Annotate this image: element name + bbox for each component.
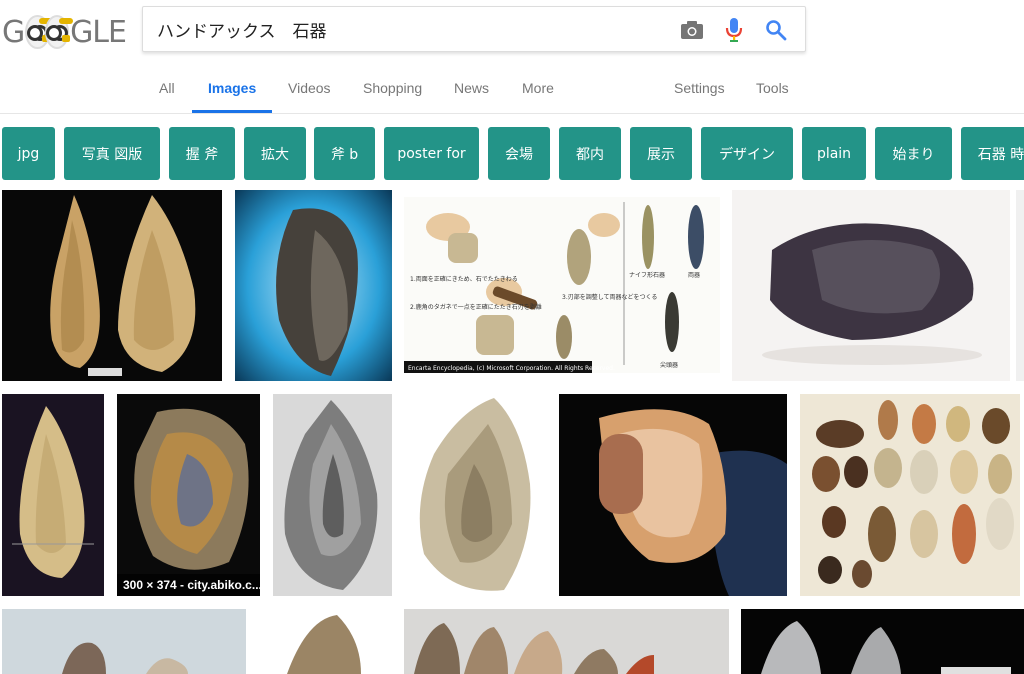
encarta-label-step1: 1.両面を正確にきため、石でたたきわる (410, 275, 518, 283)
image-results-grid: 1.両面を正確にきため、石でたたきわる 2.鹿角のタガネで一点を正確にたたき石刃… (0, 0, 1024, 674)
image-result[interactable] (257, 609, 393, 674)
image-result[interactable] (273, 394, 392, 596)
encarta-label-step3: 3.刃部を調整して両器などをつくる (562, 293, 657, 301)
image-result[interactable]: 300 × 374 - city.abiko.c... (117, 394, 260, 596)
encarta-label-ryouki: 両器 (688, 272, 700, 279)
image-result[interactable]: 1.両面を正確にきため、石でたたきわる 2.鹿角のタガネで一点を正確にたたき石刃… (404, 197, 720, 373)
image-result[interactable] (235, 190, 392, 381)
image-result[interactable] (732, 190, 1010, 381)
image-result[interactable] (2, 394, 104, 596)
image-result[interactable] (2, 190, 222, 381)
image-result[interactable] (2, 609, 246, 674)
image-result[interactable] (1016, 190, 1024, 381)
encarta-label-step2: 2.鹿角のタガネで一点を正確にたたき石刃を剥離 (410, 303, 542, 311)
image-caption: 300 × 374 - city.abiko.c... (117, 574, 260, 596)
image-result[interactable] (800, 394, 1020, 596)
image-result[interactable] (404, 394, 547, 596)
encarta-credit: Encarta Encyclopedia, (c) Microsoft Corp… (408, 365, 615, 372)
image-result[interactable] (559, 394, 787, 596)
encarta-label-knife: ナイフ形石器 (629, 271, 665, 279)
image-result[interactable] (741, 609, 1024, 674)
image-result[interactable] (404, 609, 729, 674)
encarta-label-point: 尖頭器 (660, 361, 678, 369)
